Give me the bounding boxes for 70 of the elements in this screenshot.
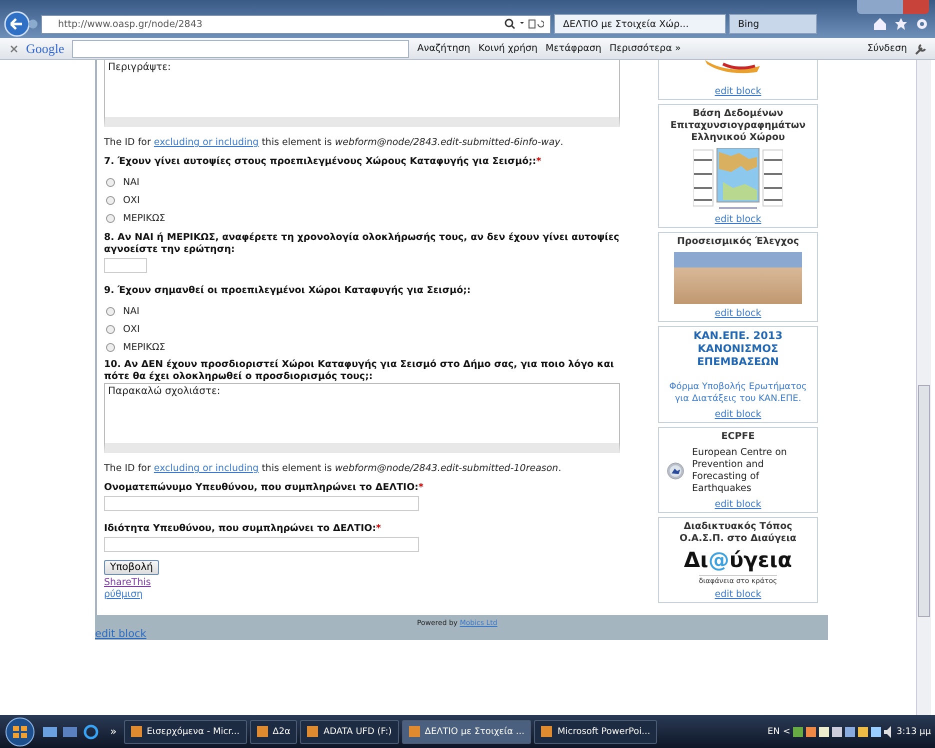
address-bar[interactable]: http://www.oasp.gr/node/2843 [41, 14, 551, 34]
home-icon[interactable] [873, 17, 929, 31]
edit-block-link[interactable]: edit block [714, 589, 762, 600]
browser-tab[interactable]: Bing [729, 14, 817, 34]
page-link[interactable]: ρύθμιση [104, 589, 143, 601]
question-label: 10. Αν ΔΕΝ έχουν προσδιοριστεί Χώροι Καταφυγής για Σεισμό στο Δήμο σας, για ποιο λόγο και πότε θα έχει ολοκληρωθεί ο προσδιορισμός τους;: [104, 359, 615, 383]
more-arrow[interactable]: » [110, 725, 117, 738]
taskbar-item[interactable]: ADATA UFD (F:) [300, 720, 399, 744]
exclude-include-link[interactable]: excluding or including [154, 137, 259, 148]
edit-block-link[interactable]: edit block [714, 214, 762, 225]
page-link[interactable]: ShareThis [104, 577, 151, 589]
edit-block-link[interactable]: edit block [714, 86, 762, 97]
option-label: ΝΑΙ [123, 176, 140, 188]
tray-icons[interactable] [793, 724, 894, 738]
window-controls[interactable] [857, 0, 929, 14]
scrollbar[interactable] [916, 60, 931, 715]
edit-block-link[interactable]: edit block [714, 409, 762, 420]
comment-field[interactable]: Περιγράψτε: [104, 60, 620, 127]
option-label: ΜΕΡΙΚΩΣ [123, 212, 166, 224]
tray-expand[interactable]: < [782, 726, 790, 736]
language-indicator[interactable]: EN [768, 726, 780, 736]
taskbar-item[interactable]: ΔΕΛΤΙΟ με Στοιχεία ... [402, 720, 532, 744]
sign-in-button[interactable]: Σύνδεση [867, 43, 907, 54]
close-icon[interactable] [10, 44, 18, 52]
question-label: Ιδιότητα Υπευθύνου, που συμπληρώνει το ΔΕΛΤΙΟ:* [104, 523, 382, 534]
element-id-note: The ID for excluding or including this element is webform@node/2843.edit-submitted-10reason. [104, 463, 562, 474]
toolbar-button[interactable]: Αναζήτηση [417, 43, 470, 54]
search-field[interactable] [72, 40, 410, 58]
option-label: ΜΕΡΙΚΩΣ [123, 342, 166, 352]
question-label: 7. Έχουν γίνει αυτοψίες στους προεπιλεγμένους Χώρους Καταφυγής για Σεισμό;:* [104, 156, 542, 167]
comment-field[interactable]: Παρακαλώ σχολιάστε: [104, 383, 620, 453]
form-link[interactable]: Φόρμα Υποβολής Ερωτήματος για Διατάξεις του ΚΑΝ.ΕΠΕ. [661, 381, 815, 405]
taskbar-item[interactable]: Εισερχόμενα - Micr... [124, 720, 247, 744]
radio-button[interactable] [106, 342, 115, 352]
toolbar-button[interactable]: Μετάφραση [546, 43, 602, 54]
taskbar-item[interactable]: Microsoft PowerPoi... [534, 720, 658, 744]
block-text: European Centre on Prevention and Forecasting of Earthquakes [692, 447, 788, 495]
toolbar-button[interactable]: Κοινή χρήση [478, 43, 538, 54]
text-field[interactable] [104, 496, 419, 511]
browser-tab[interactable]: ΔΕΛΤΙΟ με Στοιχεία Χώρ... [554, 14, 726, 34]
element-id-note: The ID for excluding or including this element is webform@node/2843.edit-submitted-6info-way. [104, 137, 564, 148]
block-title: Διαδικτυακός Τόπος Ο.Α.Σ.Π. στο Διαύγεια [678, 521, 798, 545]
toolbar-logo: Google [26, 40, 64, 56]
submit-button[interactable]: Υποβολή [104, 560, 160, 575]
radio-button[interactable] [106, 196, 115, 204]
radio-button[interactable] [106, 178, 115, 186]
radio-button[interactable] [106, 306, 115, 316]
edit-block-link[interactable]: edit block [714, 308, 762, 319]
radio-button[interactable] [106, 324, 115, 334]
block-title: ECPFE [721, 431, 755, 443]
block-title: Βάση Δεδομένων Επιταχυνσιογραφημάτων Ελληνικού Χώρου [669, 108, 807, 144]
question-label: 9. Έχουν σημανθεί οι προεπιλεγμένοι Χώροι Καταφυγής για Σεισμό;: [104, 285, 471, 296]
toolbar-button[interactable]: Περισσότερα » [609, 43, 681, 54]
question-label: Ονοματεπώνυμο Υπευθύνου, που συμπληρώνει το ΔΕΛΤΙΟ:* [104, 482, 424, 493]
diavgeia-logo: Δι@ύγεια [684, 549, 792, 571]
question-label: 8. Αν ΝΑΙ ή ΜΕΡΙΚΩΣ, αναφέρετε τη χρονολογία ολοκλήρωσής τους, αν δεν έχουν γίνει αυτοψίες αγνοείστε την ερώτηση: [104, 232, 620, 255]
taskbar-item[interactable]: Δ2α [250, 720, 298, 744]
edit-block-link[interactable]: edit block [714, 499, 762, 510]
clock: 3:13 μμ [896, 726, 931, 736]
option-label: ΟΧΙ [123, 324, 140, 334]
option-label: ΝΑΙ [123, 306, 140, 316]
exclude-include-link[interactable]: excluding or including [154, 463, 259, 474]
text-field[interactable] [104, 258, 147, 273]
block-title: Προσεισμικός Έλεγχος [676, 236, 800, 248]
back-icon[interactable] [4, 11, 38, 37]
text-field[interactable] [104, 537, 419, 552]
radio-button[interactable] [106, 214, 115, 222]
option-label: ΟΧΙ [123, 194, 140, 206]
block-title: ΚΑΝ.ΕΠΕ. 2013 ΚΑΝΟΝΙΣΜΟΣ ΕΠΕΜΒΑΣΕΩΝ [692, 330, 784, 369]
search-icon [504, 18, 544, 30]
